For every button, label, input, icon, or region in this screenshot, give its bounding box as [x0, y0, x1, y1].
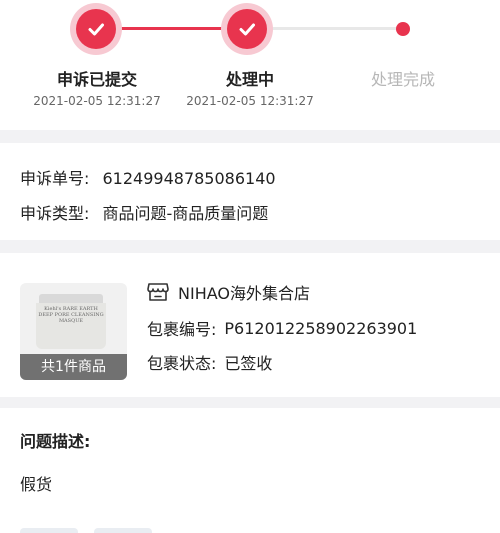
complaint-type-row: 申诉类型: 商品问题-商品质量问题 [20, 200, 268, 224]
progress-section: 申诉已提交 2021-02-05 12:31:27 处理中 2021-02-05… [0, 0, 500, 130]
step-3-title: 处理完成 [370, 70, 435, 89]
package-section[interactable]: Kiehl's RARE EARTH DEEP PORE CLEANSING M… [0, 253, 500, 397]
step-1-check-icon [70, 3, 122, 55]
description-label: 问题描述: [20, 432, 91, 451]
complaint-info: 申诉单号: 61249948785086140 申诉类型: 商品问题-商品质量问… [0, 143, 500, 240]
parcel-number-row: 包裹编号: P612012258902263901 [147, 316, 417, 340]
product-label-text: Kiehl's RARE EARTH DEEP PORE CLEANSING M… [38, 306, 104, 324]
parcel-number-value: P612012258902263901 [224, 318, 418, 338]
complaint-number-label: 申诉单号: [20, 169, 90, 188]
step-1-title: 申诉已提交 [56, 70, 137, 89]
step-3-dot-icon [396, 22, 410, 36]
progress-line-done [120, 27, 228, 30]
product-thumbnail[interactable]: Kiehl's RARE EARTH DEEP PORE CLEANSING M… [20, 283, 127, 380]
description-text: 假货 [20, 475, 53, 494]
parcel-status-value: 已签收 [224, 354, 273, 373]
progress-line-pending [272, 27, 398, 30]
evidence-image-1[interactable] [20, 528, 78, 533]
store-icon [147, 283, 169, 301]
parcel-status-label: 包裹状态: [147, 354, 217, 373]
store-row[interactable]: NIHAO海外集合店 [147, 280, 310, 304]
step-1-time: 2021-02-05 12:31:27 [33, 94, 161, 108]
parcel-number-label: 包裹编号: [147, 320, 217, 339]
complaint-type-label: 申诉类型: [20, 204, 90, 223]
complaint-type-value: 商品问题-商品质量问题 [102, 204, 269, 223]
step-2-check-icon [221, 3, 273, 55]
store-name: NIHAO海外集合店 [178, 284, 310, 303]
step-2-time: 2021-02-05 12:31:27 [186, 94, 314, 108]
product-count-badge: 共1件商品 [20, 354, 127, 380]
complaint-number-value: 61249948785086140 [102, 169, 276, 188]
parcel-status-row: 包裹状态: 已签收 [147, 350, 272, 374]
problem-description: 问题描述: 假货 [0, 408, 500, 533]
step-2-title: 处理中 [225, 70, 274, 89]
complaint-number-row: 申诉单号: 61249948785086140 [20, 165, 276, 189]
evidence-image-2[interactable] [94, 528, 152, 533]
